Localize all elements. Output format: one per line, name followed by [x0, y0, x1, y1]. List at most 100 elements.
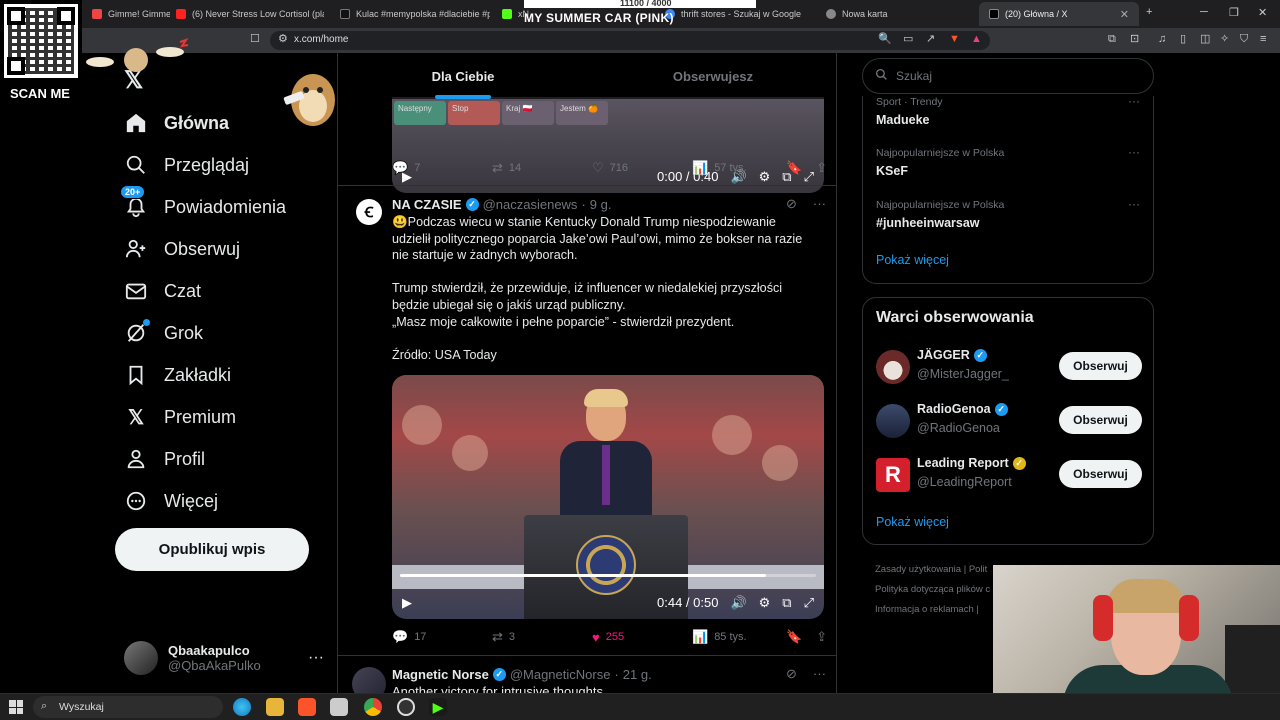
music-icon[interactable]: ♫ [1158, 34, 1166, 45]
extensions-icon[interactable]: ⧉ [1108, 34, 1116, 45]
bookmark-icon[interactable]: 🔖 [786, 629, 802, 645]
like-button[interactable]: ♡ 716 [592, 160, 692, 176]
bookmark-icon[interactable]: ☐ [250, 34, 260, 45]
browser-tab-active[interactable]: (20) Główna / X ✕ [979, 2, 1139, 26]
bookmark-icon[interactable]: 🔖 [786, 160, 802, 176]
trend-item[interactable]: Najpopularniejsze w Polska KSeF ··· [876, 145, 1142, 178]
kick-app-icon[interactable]: ▶ [429, 698, 447, 716]
tweet-author-handle[interactable]: @naczasienews [483, 197, 578, 212]
leo-icon[interactable]: ✧ [1220, 34, 1229, 45]
fullscreen-icon[interactable]: ⤢ [804, 596, 814, 609]
follow-button[interactable]: Obserwuj [1059, 460, 1142, 488]
search-input[interactable]: Szukaj [862, 58, 1154, 94]
site-info-icon[interactable]: ⚙ [278, 34, 288, 45]
tweet-time[interactable]: 21 g. [623, 667, 652, 682]
tab-for-you[interactable]: Dla Ciebie [338, 53, 588, 99]
nav-item-chat[interactable]: Czat [118, 270, 286, 312]
windows-start-icon[interactable] [9, 700, 23, 714]
more-icon[interactable]: ··· [1128, 197, 1140, 211]
tweet-author-handle[interactable]: @MagneticNorse [510, 667, 611, 682]
follow-suggestion[interactable]: R Leading Report ✓ @LeadingReport Obserwu… [876, 456, 1142, 496]
taskbar-search-input[interactable]: ⌕ Wyszukaj [33, 696, 223, 718]
zoom-icon[interactable]: 🔍 [878, 34, 892, 45]
trend-item[interactable]: Najpopularniejsze w Polska #junheeinwars… [876, 197, 1142, 230]
grok-icon[interactable]: ⊘ [786, 666, 797, 682]
edge-icon[interactable] [233, 698, 251, 716]
file-explorer-icon[interactable] [266, 698, 284, 716]
more-icon[interactable]: ··· [308, 649, 324, 667]
brave-rewards-icon[interactable]: ▲ [971, 34, 982, 45]
follow-button[interactable]: Obserwuj [1059, 352, 1142, 380]
nav-item-explore[interactable]: Przeglądaj [118, 144, 286, 186]
app-icon[interactable] [330, 698, 348, 716]
views-button[interactable]: 📊 85 tys. [692, 629, 792, 645]
reply-button[interactable]: 💬 7 [392, 160, 492, 176]
obs-icon[interactable] [397, 698, 415, 716]
wallet-icon[interactable]: ◫ [1200, 34, 1210, 45]
nav-label: Czat [164, 280, 202, 301]
show-more-link[interactable]: Pokaż więcej [876, 253, 949, 267]
show-more-link[interactable]: Pokaż więcej [876, 515, 949, 529]
follow-suggestion[interactable]: RadioGenoa ✓ @RadioGenoa Obserwuj [876, 402, 1142, 442]
nav-item-grok[interactable]: Grok [118, 312, 286, 354]
nav-item-notifications[interactable]: 20+ Powiadomienia [118, 185, 286, 228]
sidebar-icon[interactable]: ▯ [1180, 34, 1186, 45]
more-icon[interactable]: ··· [1128, 145, 1140, 159]
share-icon[interactable]: ↗ [926, 34, 935, 45]
nav-item-more[interactable]: Więcej [118, 480, 286, 522]
popout-icon[interactable]: ⧉ [782, 596, 791, 609]
tweet-author-name[interactable]: NA CZASIE [392, 197, 462, 212]
views-button[interactable]: 📊 57 tys. [692, 160, 792, 176]
reply-button[interactable]: 💬 17 [392, 629, 492, 645]
video-player[interactable]: ▶ 0:44 / 0:50 🔊 ⚙ ⧉ ⤢ [392, 375, 824, 619]
grok-icon[interactable]: ⊘ [786, 196, 797, 212]
maximize-icon[interactable]: ❐ [1229, 6, 1239, 19]
volume-icon[interactable]: 🔊 [730, 596, 746, 609]
repost-icon: ⇄ [492, 629, 503, 644]
nav-item-premium[interactable]: 𝕏 Premium [118, 396, 286, 438]
browser-tab[interactable]: (6) Never Stress Low Cortisol (playlis [166, 2, 324, 26]
nav-item-bookmarks[interactable]: Zakładki [118, 354, 286, 396]
repost-button[interactable]: ⇄ 3 [492, 629, 592, 645]
nav-item-follow[interactable]: Obserwuj [118, 228, 286, 270]
follow-button[interactable]: Obserwuj [1059, 406, 1142, 434]
avatar[interactable]: Ꞓ [356, 199, 382, 225]
chrome-icon[interactable] [364, 698, 382, 716]
post-button[interactable]: Opublikuj wpis [115, 528, 309, 571]
follow-suggestion[interactable]: JÄGGER ✓ @MisterJagger_ Obserwuj [876, 348, 1142, 388]
more-icon[interactable]: ··· [813, 196, 826, 212]
trend-context: Najpopularniejsze w Polska [876, 199, 1005, 211]
nav-item-home[interactable]: Główna [118, 102, 286, 144]
tweet-time[interactable]: 9 g. [590, 197, 612, 212]
video-progress[interactable] [400, 574, 816, 577]
downloads-icon[interactable]: ⊡ [1130, 34, 1139, 45]
home-icon [124, 111, 148, 135]
vpn-icon[interactable]: ⛉ [1240, 34, 1248, 45]
minimize-icon[interactable]: ─ [1200, 6, 1208, 18]
nav-item-profile[interactable]: Profil [118, 438, 286, 480]
like-button[interactable]: ♥ 255 [592, 630, 692, 645]
settings-icon[interactable]: ⚙ [759, 596, 771, 609]
more-icon[interactable]: ··· [1128, 94, 1140, 108]
close-icon[interactable]: ✕ [1120, 8, 1129, 21]
share-icon[interactable]: ⇪ [816, 629, 827, 645]
browser-tab[interactable]: Nowa karta [816, 2, 976, 26]
trend-item[interactable]: Sport · Trendy Madueke ··· [876, 94, 1142, 127]
cast-icon[interactable]: ▭ [903, 34, 913, 45]
tweet-author-name[interactable]: Magnetic Norse [392, 667, 489, 682]
close-window-icon[interactable]: ✕ [1258, 6, 1267, 19]
video-player[interactable]: Następny Stop Kraj 🇵🇱 Jestem 🍊 ▶ 0:00 / … [392, 97, 824, 193]
menu-icon[interactable]: ≡ [1260, 34, 1266, 45]
tab-following[interactable]: Obserwujesz [588, 53, 836, 99]
more-icon[interactable]: ··· [813, 666, 826, 682]
brave-icon[interactable] [298, 698, 316, 716]
repost-button[interactable]: ⇄ 14 [492, 160, 592, 176]
account-switcher[interactable]: Qbaakapulco @QbaAkaPulko ··· [124, 638, 324, 678]
browser-tab[interactable]: Kulac #memypolska #dlaciebie #po [330, 2, 490, 26]
play-icon[interactable]: ▶ [402, 596, 412, 609]
new-tab-button[interactable]: + [1146, 6, 1152, 18]
brave-shields-icon[interactable]: ▼ [949, 34, 960, 45]
share-icon[interactable]: ⇪ [816, 160, 827, 176]
avatar[interactable] [352, 667, 386, 693]
browser-tab[interactable]: Gimme! Gimme! Gimm [82, 2, 170, 26]
